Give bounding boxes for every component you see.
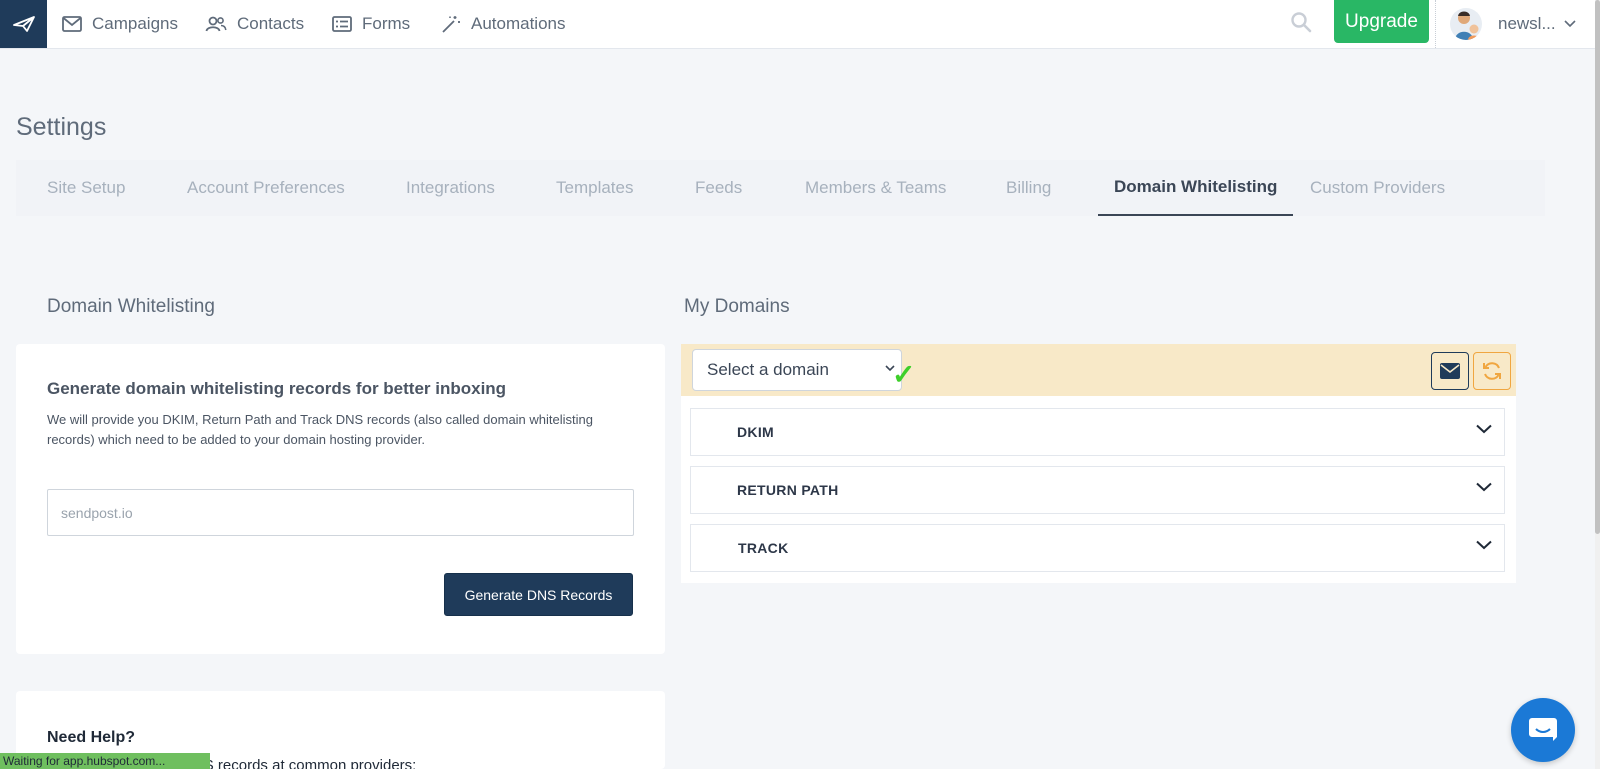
user-menu[interactable]: newsl... [1435,0,1585,48]
chat-launcher-button[interactable] [1511,698,1575,762]
record-label: RETURN PATH [737,482,839,498]
card-description: We will provide you DKIM, Return Path an… [47,412,593,447]
search-button[interactable] [1288,9,1314,35]
tab-account-preferences[interactable]: Account Preferences [187,160,345,216]
browser-status-bar: Waiting for app.hubspot.com... [0,753,210,769]
nav-forms-label: Forms [362,14,411,33]
record-label: DKIM [737,424,774,440]
nav-campaigns-label: Campaigns [92,14,178,33]
settings-tabs: Site Setup Account Preferences Integrati… [16,160,1545,216]
tab-members-teams[interactable]: Members & Teams [805,160,946,216]
avatar [1450,8,1482,40]
tab-integrations[interactable]: Integrations [406,160,495,216]
envelope-icon [62,16,82,32]
nav-automations[interactable]: Automations [441,0,566,48]
tab-billing[interactable]: Billing [1006,160,1051,216]
dns-records-panel: DKIM RETURN PATH TRACK [681,396,1516,583]
users-icon [205,16,227,32]
my-domains-heading: My Domains [684,296,790,317]
generate-dns-records-button[interactable]: Generate DNS Records [444,573,633,616]
envelope-icon [1440,363,1460,379]
nav-forms[interactable]: Forms [332,0,410,48]
chevron-down-icon [1476,424,1492,434]
generate-records-card: Generate domain whitelisting records for… [16,344,665,654]
domain-whitelisting-heading: Domain Whitelisting [47,296,215,317]
checkmark-icon: ✓ [892,359,916,390]
form-icon [332,16,352,32]
nav-contacts[interactable]: Contacts [205,0,304,48]
chevron-down-icon [1564,20,1576,28]
logo-button[interactable] [0,0,47,48]
chat-bubble-icon [1529,718,1557,741]
chevron-down-icon [1476,540,1492,550]
search-icon [1291,12,1312,33]
tab-templates[interactable]: Templates [556,160,633,216]
tab-custom-providers[interactable]: Custom Providers [1310,160,1445,216]
domain-input[interactable] [47,489,634,536]
avatar-illustration-icon [1455,11,1480,40]
domain-select[interactable]: Select a domain [692,349,902,391]
record-label: TRACK [738,540,789,556]
record-dkim[interactable]: DKIM [690,408,1505,456]
tab-site-setup[interactable]: Site Setup [47,160,125,216]
paper-plane-icon [12,16,35,32]
email-button[interactable] [1431,352,1469,390]
user-name: newsl... [1498,14,1556,33]
tab-feeds[interactable]: Feeds [695,160,742,216]
record-track[interactable]: TRACK [690,524,1505,572]
nav-campaigns[interactable]: Campaigns [62,0,178,48]
tab-domain-whitelisting[interactable]: Domain Whitelisting [1098,160,1294,216]
chevron-down-icon [1476,482,1492,492]
nav-contacts-label: Contacts [237,14,305,33]
record-return-path[interactable]: RETURN PATH [690,466,1505,514]
domain-select-value: Select a domain [707,360,829,379]
magic-wand-icon [442,16,460,33]
refresh-icon [1483,362,1501,380]
domain-toolbar: Select a domain ✓ [681,344,1516,396]
card-title: Generate domain whitelisting records for… [47,379,507,398]
help-title: Need Help? [47,729,136,746]
upgrade-button[interactable]: Upgrade [1334,0,1429,43]
page-title: Settings [16,113,107,141]
refresh-button[interactable] [1473,352,1511,390]
nav-automations-label: Automations [471,14,566,33]
scrollbar-thumb[interactable] [1595,0,1600,534]
top-navbar: Campaigns Contacts Forms Automations Upg… [0,0,1595,49]
